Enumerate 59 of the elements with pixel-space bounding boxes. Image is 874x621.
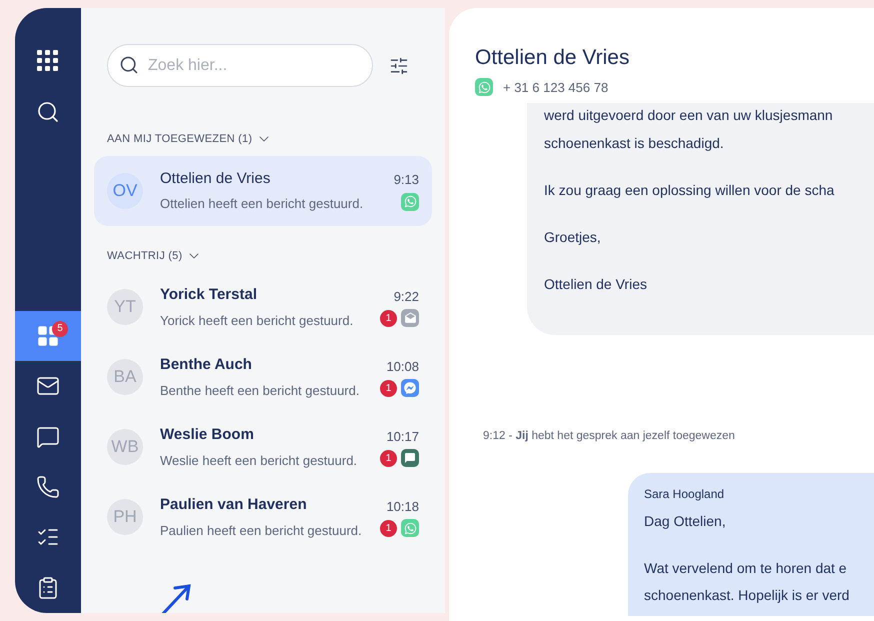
message-text: schoenenkast. Hopelijk is er verd [644, 586, 850, 605]
avatar: WB [107, 429, 143, 465]
search-icon [119, 55, 139, 75]
message-preview: Ottelien heeft een bericht gestuurd. [160, 195, 364, 213]
avatar: YT [107, 289, 143, 325]
chat-bubble-icon [401, 449, 419, 468]
message-preview: Benthe heeft een bericht gestuurd. [160, 382, 360, 400]
sender-name: Sara Hoogland [644, 486, 726, 503]
unread-badge: 1 [380, 310, 397, 327]
contact-name: Benthe Auch [160, 355, 253, 375]
message-text: schoenenkast is beschadigd. [544, 134, 725, 153]
phone-bubble-icon [475, 78, 493, 96]
message-time: 10:08 [386, 358, 419, 376]
contact-name: Weslie Boom [160, 425, 255, 445]
phone-number: + 31 6 123 456 78 [503, 78, 608, 96]
avatar: PH [107, 499, 143, 535]
message-time: 10:17 [386, 428, 419, 446]
phone-bubble-icon [401, 192, 419, 211]
message-preview: Weslie heeft een bericht gestuurd. [160, 452, 358, 470]
count-badge: 5 [52, 320, 68, 337]
contact-name: Yorick Terstal [160, 285, 258, 305]
message-text: Dag Ottelien, [644, 512, 727, 531]
sidebar-item[interactable]: 5 [15, 310, 81, 362]
section-header[interactable]: WACHTRIJ (5) [94, 248, 202, 264]
conversation-item[interactable]: OV Ottelien de Vries Ottelien heeft een bericht gestuurd. 9:13 [94, 156, 432, 226]
message-preview: Paulien heeft een bericht gestuurd. [160, 522, 363, 540]
avatar: BA [107, 359, 143, 395]
message-text: werd uitgevoerd door een van uw klusjesmann [544, 106, 834, 125]
event-text: 9:12 - Jij hebt het gesprek aan jezelf toegewezen [483, 430, 735, 442]
message-time: 9:22 [394, 288, 419, 306]
unread-badge: 1 [380, 450, 397, 467]
lightning-bubble-icon [401, 379, 419, 398]
message-time: 9:13 [394, 171, 419, 190]
message-text: Wat vervelend om te horen dat e [644, 559, 848, 578]
conversation-item[interactable]: BA Benthe Auch Benthe heeft een bericht gestuurd. 10:08 1 [94, 342, 432, 412]
chat-icon [36, 424, 60, 449]
message-preview: Yorick heeft een bericht gestuurd. [160, 312, 354, 330]
message-text: Ik zou graag een oplossing willen voor de scha [544, 181, 836, 200]
search-icon [36, 100, 60, 124]
conversation-item[interactable]: WB Weslie Boom Weslie heeft een bericht gestuurd. 10:17 1 [94, 412, 432, 482]
message-time: 10:18 [386, 498, 419, 516]
section-header[interactable]: AAN MIJ TOEGEWEZEN (1) [94, 131, 272, 148]
contact-name: Ottelien de Vries [160, 168, 272, 188]
contact-title: Ottelien de Vries [475, 45, 630, 71]
contact-name: Paulien van Haveren [160, 495, 308, 515]
unread-badge: 1 [380, 380, 397, 397]
apps-grid-icon [37, 50, 59, 72]
unread-badge: 1 [380, 520, 397, 537]
search-field[interactable]: Zoek hier... [107, 44, 373, 87]
filter-icon [389, 56, 409, 76]
avatar: OV [107, 172, 143, 208]
filter-button[interactable] [389, 56, 409, 76]
conversation-item[interactable]: YT Yorick Terstal Yorick heeft een bericht gestuurd. 9:22 1 [94, 272, 432, 342]
message-text: Groetjes, [544, 228, 602, 247]
phone-icon [36, 475, 60, 500]
phone-bubble-icon [401, 519, 419, 538]
envelope-icon [401, 309, 419, 328]
message-text: Ottelien de Vries [544, 275, 648, 294]
conversation-item[interactable]: PH Paulien van Haveren Paulien heeft een bericht gestuurd. 10:18 1 [94, 482, 432, 552]
